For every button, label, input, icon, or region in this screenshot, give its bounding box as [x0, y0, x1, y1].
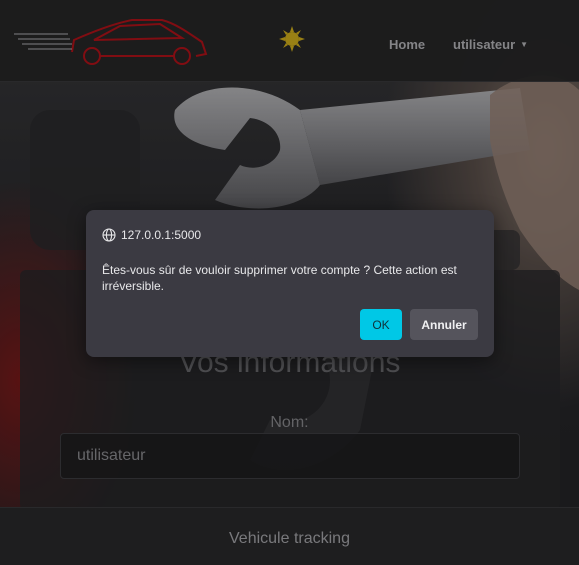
globe-icon: [102, 228, 116, 242]
ok-button[interactable]: OK: [360, 309, 402, 340]
dialog-origin-text: 127.0.0.1:5000: [121, 228, 202, 242]
dialog-origin: 127.0.0.1:5000: [102, 228, 201, 242]
dialog-message: Êtes-vous sûr de vouloir supprimer votre…: [102, 263, 457, 293]
confirm-dialog: 127.0.0.1:5000 Êtes-vous sûr de vouloir …: [86, 210, 494, 357]
cancel-button[interactable]: Annuler: [410, 309, 478, 340]
